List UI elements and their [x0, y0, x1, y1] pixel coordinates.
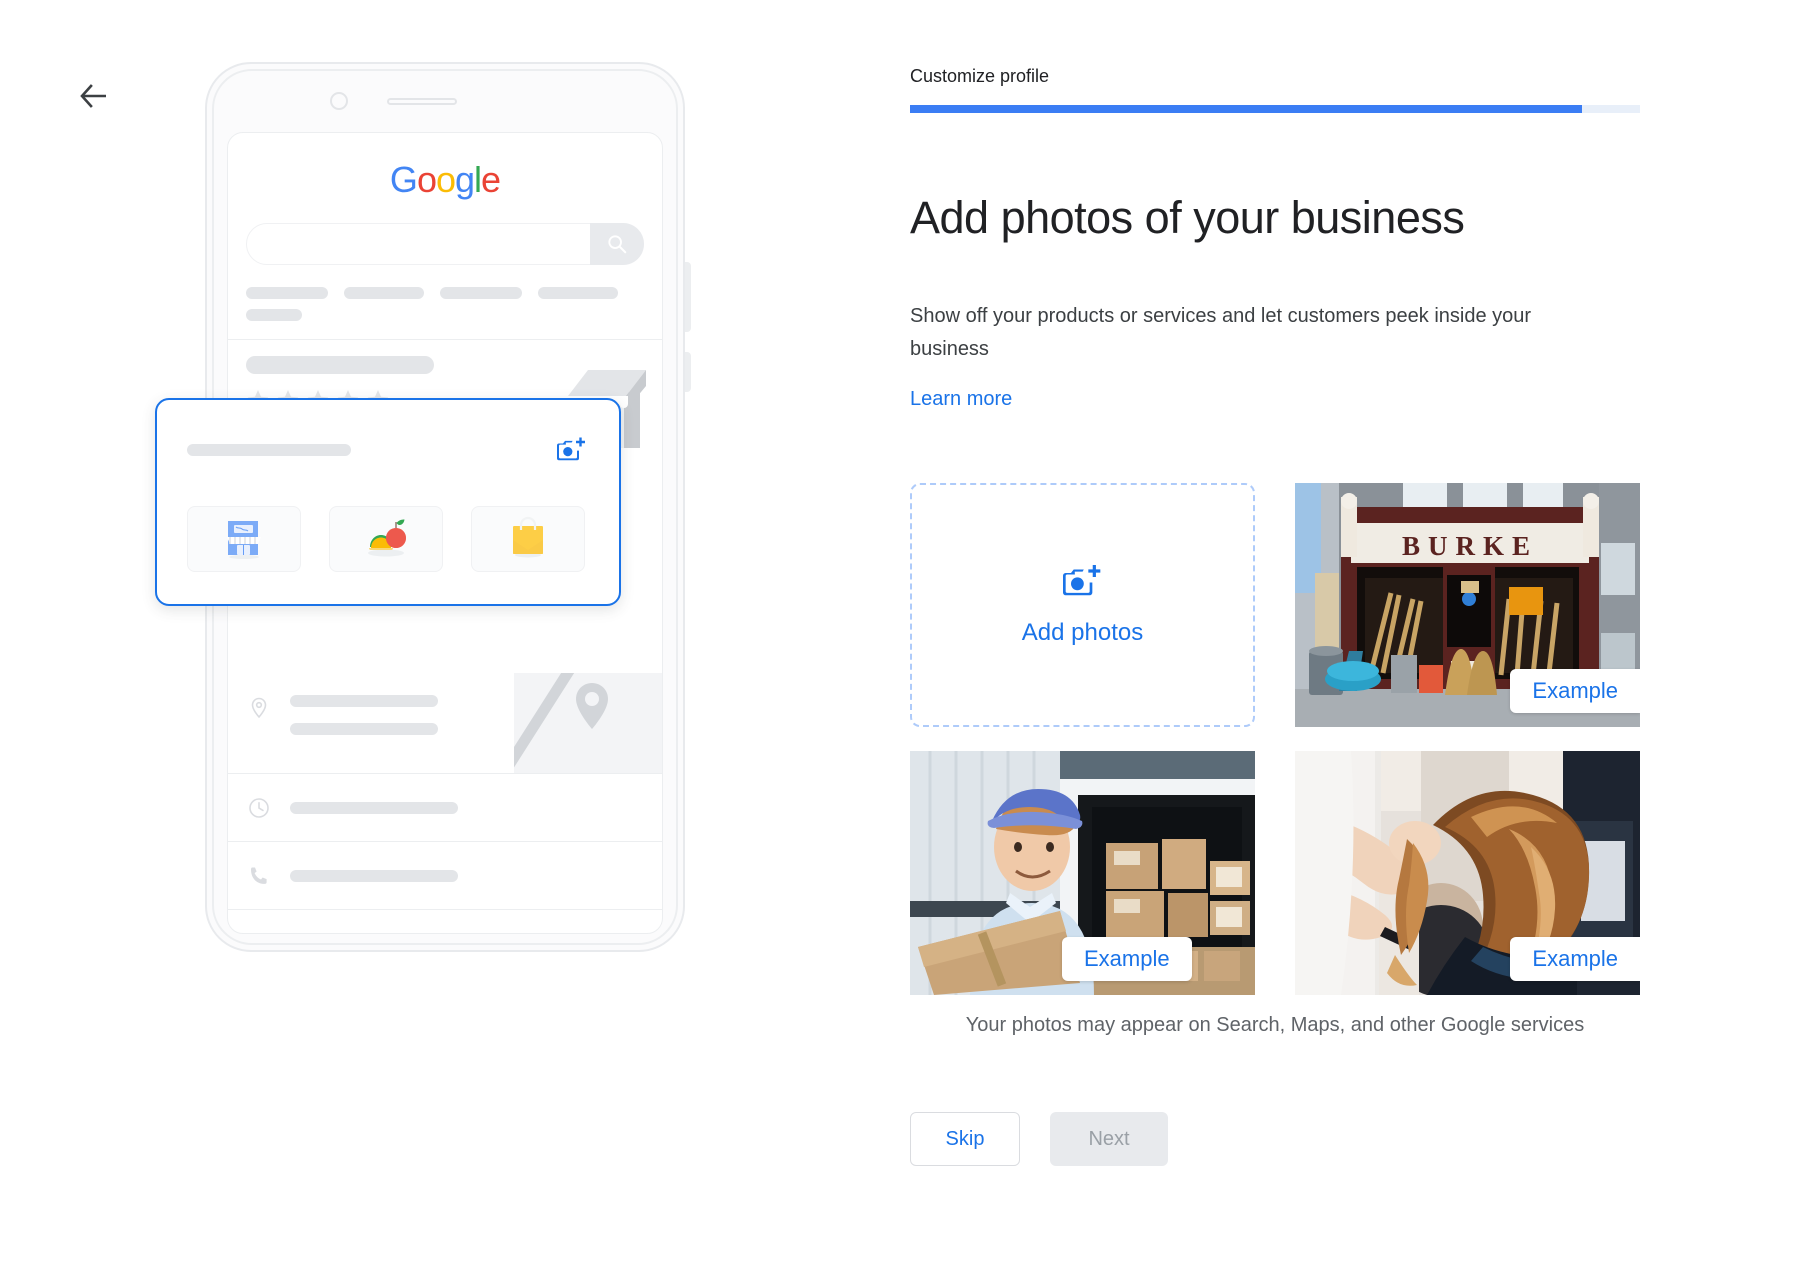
example-badge: Example	[1510, 669, 1640, 713]
preview-search-bar	[246, 223, 644, 265]
footer-actions: Skip Next	[910, 1112, 1168, 1166]
back-button[interactable]	[74, 76, 114, 116]
arrow-left-icon	[80, 84, 106, 108]
food-tile	[329, 506, 443, 572]
shopping-bag-tile	[471, 506, 585, 572]
preview-row-address	[228, 673, 662, 773]
magnifier-icon	[608, 235, 627, 254]
example-photo-salon[interactable]: Example	[1295, 751, 1640, 995]
add-photos-dropzone[interactable]: Add photos	[910, 483, 1255, 727]
placeholder-bar	[290, 869, 458, 882]
placeholder-chip	[246, 287, 328, 299]
phone-icon	[246, 863, 272, 889]
placeholder-chip	[440, 287, 522, 299]
placeholder-chip	[344, 287, 424, 299]
google-logo-letter-o1: o	[416, 159, 437, 200]
preview-row-phone	[228, 841, 662, 909]
preview-chip-row	[246, 287, 662, 299]
phone-side-button-secondary	[685, 352, 691, 392]
preview-search-button	[590, 223, 644, 265]
google-logo-letter-g2: g	[455, 159, 475, 200]
progress-bar-track	[910, 105, 1640, 113]
storefront-tile-icon	[227, 521, 261, 559]
skip-button[interactable]: Skip	[910, 1112, 1020, 1166]
photos-disclaimer: Your photos may appear on Search, Maps, …	[965, 1014, 1585, 1036]
placeholder-bar	[290, 723, 438, 735]
phone-speaker-icon	[387, 98, 457, 105]
placeholder-bar	[290, 695, 438, 707]
preview-row-hours	[228, 773, 662, 841]
learn-more-link[interactable]: Learn more	[910, 388, 1012, 411]
next-button: Next	[1050, 1112, 1168, 1166]
shopping-bag-tile-icon	[513, 516, 543, 558]
page-title: Add photos of your business	[910, 192, 1465, 243]
page-description: Show off your products or services and l…	[910, 305, 1532, 360]
svg-text:BURKE: BURKE	[1402, 531, 1538, 561]
step-label: Customize profile	[910, 66, 1050, 86]
storefront-tile	[187, 506, 301, 572]
preview-detail-rows	[228, 673, 662, 934]
example-photo-storefront[interactable]: BURKE Example	[1295, 483, 1640, 727]
google-logo-letter-l: l	[474, 159, 482, 200]
placeholder-bar	[290, 801, 458, 814]
placeholder-bar	[187, 444, 351, 456]
progress-bar-fill	[910, 105, 1582, 113]
google-logo: Google	[228, 133, 662, 201]
google-logo-letter-o2: o	[435, 159, 456, 200]
phone-front-camera-icon	[330, 92, 348, 110]
google-logo-letter-e: e	[481, 159, 501, 200]
location-pin-icon	[246, 695, 272, 721]
example-badge: Example	[1062, 937, 1192, 981]
phone-side-button	[685, 262, 691, 332]
example-badge: Example	[1510, 937, 1640, 981]
placeholder-chip	[246, 309, 302, 321]
card-camera-plus-icon	[555, 436, 589, 466]
add-photos-label: Add photos	[1021, 619, 1144, 646]
map-thumbnail	[514, 673, 662, 773]
page-root: Google Customize profile Add photos of y…	[0, 0, 1802, 1288]
preview-category-tiles	[187, 506, 585, 572]
photos-grid: Add photos BURKE Example Example Example	[910, 483, 1640, 995]
preview-search-input	[246, 223, 644, 265]
food-tile-icon	[368, 519, 406, 557]
preview-photos-card-highlight	[155, 398, 621, 606]
example-photo-delivery[interactable]: Example	[910, 751, 1255, 995]
globe-icon	[246, 931, 272, 934]
customize-profile-panel: Customize profile Add photos of your bus…	[910, 0, 1670, 1288]
placeholder-chip	[538, 287, 618, 299]
camera-plus-icon	[1062, 565, 1100, 596]
placeholder-title-bar	[246, 356, 434, 374]
clock-icon	[246, 795, 272, 821]
preview-row-website	[228, 909, 662, 934]
google-logo-letter-g: G	[389, 159, 418, 200]
